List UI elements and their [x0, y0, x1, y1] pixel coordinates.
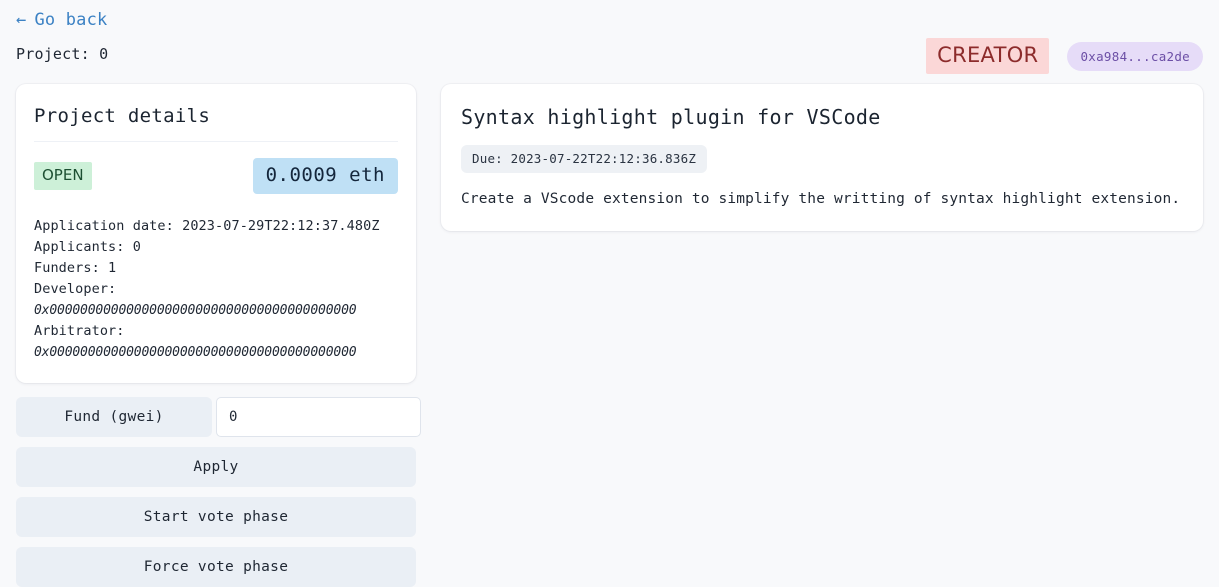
- project-meta-list: Application date: 2023-07-29T22:12:37.48…: [34, 216, 398, 363]
- funders-value: Funders: 1: [34, 260, 117, 276]
- force-vote-phase-button[interactable]: Force vote phase: [16, 547, 416, 587]
- arbitrator-label: Arbitrator:: [34, 323, 125, 339]
- content-columns: Project details OPEN 0.0009 eth Applicat…: [16, 84, 1203, 587]
- developer-address: 0x00000000000000000000000000000000000000…: [34, 303, 357, 318]
- project-details-card: Project details OPEN 0.0009 eth Applicat…: [16, 84, 416, 383]
- project-actions: Fund (gwei) Apply Start vote phase Force…: [16, 397, 421, 587]
- status-badge: OPEN: [34, 162, 92, 190]
- fund-amount-input[interactable]: [216, 397, 421, 437]
- role-badge-creator: CREATOR: [926, 38, 1050, 74]
- applicants-value: Applicants: 0: [34, 239, 141, 255]
- card-divider: [34, 141, 398, 142]
- developer-label: Developer:: [34, 281, 117, 297]
- top-bar: ← Go back Project: 0 CREATOR 0xa984...ca…: [16, 0, 1203, 84]
- fund-row: Fund (gwei): [16, 397, 421, 437]
- go-back-label: Go back: [34, 10, 108, 30]
- task-description: Create a VScode extension to simplify th…: [461, 191, 1181, 207]
- go-back-link[interactable]: ← Go back: [16, 10, 107, 30]
- project-details-title: Project details: [34, 105, 211, 127]
- wallet-address-pill[interactable]: 0xa984...ca2de: [1067, 41, 1203, 71]
- left-column: Project details OPEN 0.0009 eth Applicat…: [16, 84, 421, 587]
- application-date-value: Application date: 2023-07-29T22:12:37.48…: [34, 218, 380, 234]
- back-arrow-icon: ←: [16, 9, 27, 30]
- fund-button[interactable]: Fund (gwei): [16, 397, 212, 437]
- project-detail-page: ← Go back Project: 0 CREATOR 0xa984...ca…: [0, 0, 1219, 587]
- arbitrator-address: 0x00000000000000000000000000000000000000…: [34, 345, 357, 360]
- account-badges: CREATOR 0xa984...ca2de: [926, 38, 1203, 74]
- status-amount-row: OPEN 0.0009 eth: [34, 158, 398, 194]
- amount-badge: 0.0009 eth: [252, 158, 398, 194]
- apply-button[interactable]: Apply: [16, 447, 416, 487]
- task-title: Syntax highlight plugin for VSCode: [461, 105, 881, 129]
- due-date-chip: Due: 2023-07-22T22:12:36.836Z: [461, 145, 708, 173]
- start-vote-phase-button[interactable]: Start vote phase: [16, 497, 416, 537]
- right-column: Syntax highlight plugin for VSCode Due: …: [441, 84, 1203, 231]
- task-card: Syntax highlight plugin for VSCode Due: …: [441, 84, 1203, 231]
- project-id-label: Project: 0: [16, 45, 109, 63]
